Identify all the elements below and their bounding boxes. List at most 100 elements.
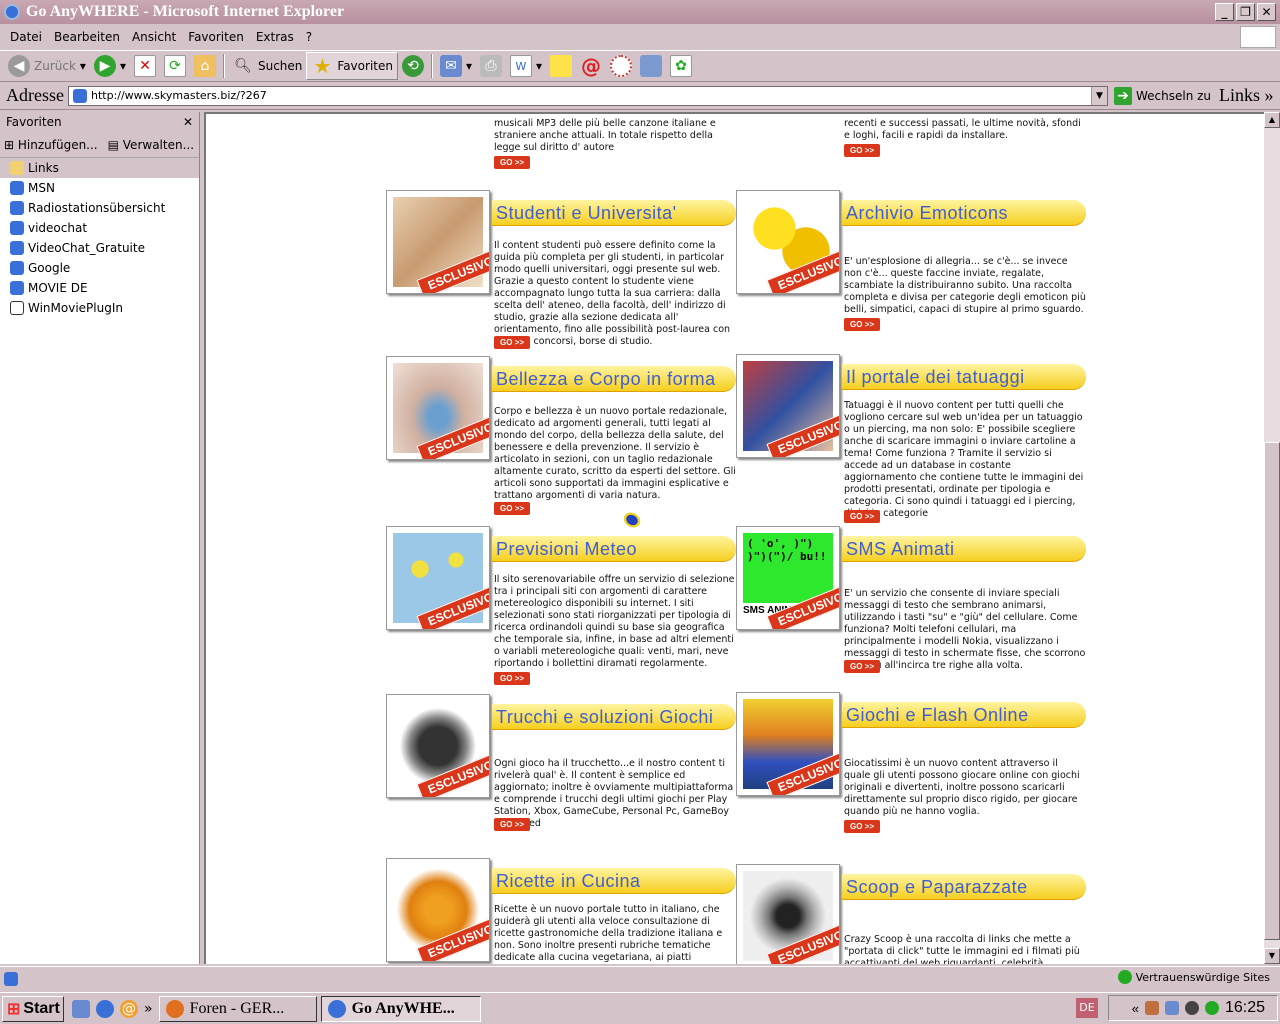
card-studenti: ESCLUSIVO Studenti e Universita' Il cont… [386,190,736,350]
go-button-top-left[interactable]: GO >> [494,156,530,169]
scroll-up-arrow[interactable]: ▲ [1264,112,1280,128]
card-title[interactable]: Archivio Emoticons [842,200,1086,226]
links-toolbar[interactable]: Links » [1219,85,1274,106]
media-button[interactable] [606,52,636,80]
go-button[interactable]: ➔ Wechseln zu [1113,86,1211,105]
card-title[interactable]: Previsioni Meteo [492,536,736,562]
fav-item-links[interactable]: Links [0,158,199,178]
desktop-icon[interactable] [72,999,90,1018]
tray-expand-icon[interactable]: « [1132,1001,1139,1016]
menu-help[interactable]: ? [300,30,318,44]
go-button[interactable]: GO >> [494,672,530,685]
outlook-icon[interactable]: @ [120,999,138,1018]
mail-button[interactable]: ✉ ▾ [436,52,476,80]
home-button[interactable]: ⌂ [190,52,220,80]
add-favorite-button[interactable]: ⊞ Hinzufügen... [4,138,98,152]
scroll-down-arrow[interactable]: ▼ [1264,948,1280,964]
go-button[interactable]: GO >> [844,318,880,331]
ie-quicklaunch-icon[interactable] [96,999,114,1018]
favorites-panel: Favoriten ✕ ⊞ Hinzufügen... ▤ Verwalten..… [0,112,200,964]
card-meteo: ESCLUSIVO Previsioni Meteo Il sito seren… [386,526,736,686]
history-button[interactable]: ⟲ [398,52,428,80]
menu-favoriten[interactable]: Favoriten [182,30,250,44]
tray-app-icon[interactable] [1144,1001,1159,1015]
manage-favorites-button[interactable]: ▤ Verwalten... [108,138,194,152]
card-title[interactable]: Trucchi e soluzioni Giochi [492,704,736,730]
go-button[interactable]: GO >> [494,818,530,831]
ie-page-icon [10,181,24,195]
card-image: ESCLUSIVO [386,190,490,294]
go-button[interactable]: GO >> [844,510,880,523]
go-button[interactable]: GO >> [494,502,530,515]
menu-extras[interactable]: Extras [250,30,300,44]
address-dropdown[interactable]: ▼ [1090,86,1107,105]
card-image: ESCLUSIVO [736,354,840,458]
address-input[interactable]: http://www.skymasters.biz/?267 ▼ [67,85,1108,106]
refresh-button[interactable]: ⟳ [160,52,190,80]
task-foren[interactable]: Foren - GER... [158,995,317,1022]
stop-button[interactable]: ✕ [130,52,160,80]
fav-item-google[interactable]: Google [0,258,199,278]
card-desc: Giocatissimi è un nuovo content attraver… [844,758,1080,817]
at-button[interactable]: @ [576,52,606,80]
fav-item-videochat[interactable]: videochat [0,218,199,238]
menu-datei[interactable]: Datei [4,30,48,44]
more-quicklaunch-icon[interactable]: » [144,1001,153,1017]
firefox-icon [165,999,184,1018]
search-button[interactable]: 🔍︎ Suchen [228,52,306,80]
card-title[interactable]: Studenti e Universita' [492,200,736,226]
go-button[interactable]: GO >> [494,336,530,349]
print-button[interactable]: ⎙ [476,52,506,80]
card-desc: E' un servizio che consente di inviare s… [844,588,1086,671]
media-tray-icon[interactable] [1184,1001,1199,1015]
language-indicator[interactable]: DE [1076,998,1098,1018]
minimize-button[interactable]: _ [1215,3,1234,21]
address-url: http://www.skymasters.biz/?267 [90,89,267,102]
scroll-thumb[interactable] [1264,442,1280,940]
go-button[interactable]: GO >> [844,820,880,833]
security-zone: Vertrauenswürdige Sites [1117,970,1270,984]
card-tatuaggi: ESCLUSIVO Il portale dei tatuaggi Tatuag… [736,354,1086,523]
favorites-title: Favoriten [6,115,62,129]
card-title[interactable]: Giochi e Flash Online [842,702,1086,728]
forward-button[interactable]: ▶ ▾ [90,52,130,80]
edit-button[interactable]: W ▾ [506,52,546,80]
fav-item-winmovie[interactable]: WinMoviePlugIn [0,298,199,318]
network-icon[interactable] [1164,1001,1179,1015]
top-left-desc: musicali MP3 delle più belle canzone ita… [494,118,716,153]
icq-button[interactable]: ✿ [666,52,696,80]
page-content: musicali MP3 delle più belle canzone ita… [204,112,1264,964]
card-bellezza: ESCLUSIVO Bellezza e Corpo in forma Corp… [386,356,736,516]
clock: 16:25 [1224,999,1265,1016]
icq-tray-icon[interactable] [1204,1001,1219,1015]
messenger-button[interactable] [636,52,666,80]
icq-flower-icon: ✿ [670,55,693,77]
card-title[interactable]: Bellezza e Corpo in forma [492,366,736,392]
card-title[interactable]: Scoop e Paparazzate [842,874,1086,900]
go-button-top-right[interactable]: GO >> [844,144,880,157]
fav-item-msn[interactable]: MSN [0,178,199,198]
notes-button[interactable] [546,52,576,80]
card-title[interactable]: Il portale dei tatuaggi [842,364,1086,390]
start-button[interactable]: ⊞ Start [2,995,64,1022]
maximize-button[interactable]: ❐ [1236,3,1255,21]
menu-bearbeiten[interactable]: Bearbeiten [48,30,126,44]
vertical-scrollbar[interactable]: ▲ ▼ [1264,112,1280,964]
ie-page-icon [10,241,24,255]
card-title[interactable]: Ricette in Cucina [492,868,736,894]
menu-ansicht[interactable]: Ansicht [126,30,182,44]
close-button[interactable]: ✕ [1257,3,1276,21]
fav-item-movie[interactable]: MOVIE DE [0,278,199,298]
back-button[interactable]: ◀ Zurück ▾ [4,52,90,80]
task-goanywhere[interactable]: Go AnyWHE... [320,995,481,1022]
page-icon [72,88,87,103]
search-icon: 🔍︎ [234,58,252,74]
card-image: ESCLUSIVO [386,356,490,460]
close-favorites-icon[interactable]: ✕ [183,115,193,129]
fav-item-radio[interactable]: Radiostationsübersicht [0,198,199,218]
favorites-button[interactable]: ★ Favoriten [306,52,398,80]
card-title[interactable]: SMS Animati [842,536,1086,562]
fav-item-videochat-gratuite[interactable]: VideoChat_Gratuite [0,238,199,258]
address-label: Adresse [6,85,64,105]
go-button[interactable]: GO >> [844,660,880,673]
